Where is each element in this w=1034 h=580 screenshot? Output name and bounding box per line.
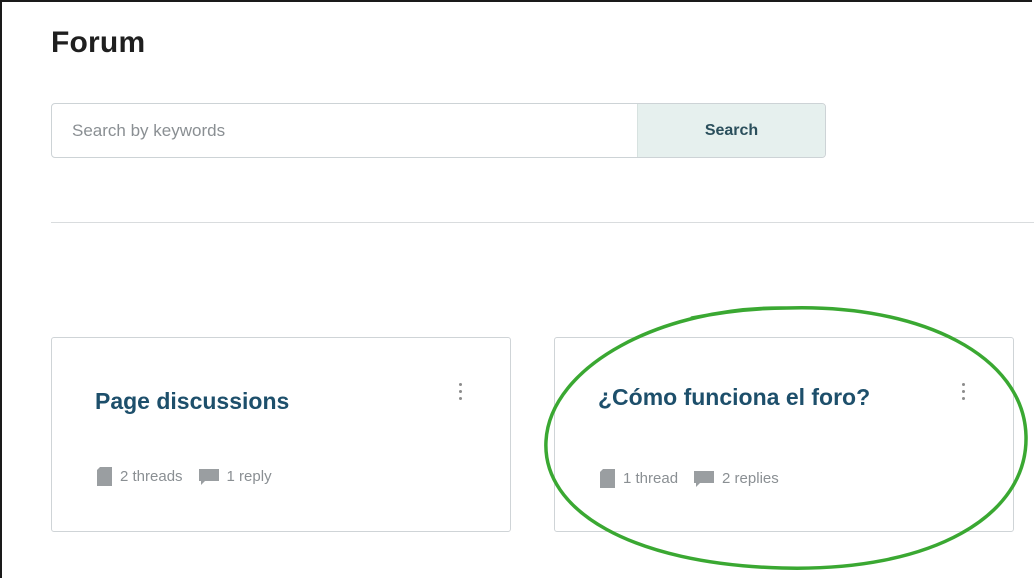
search-button[interactable]: Search xyxy=(637,104,825,157)
forum-stats: 2 threads 1 reply xyxy=(97,467,272,486)
forum-card: ¿Cómo funciona el foro? 1 thread 2 repli… xyxy=(554,337,1014,532)
thread-count: 2 threads xyxy=(120,468,183,485)
document-icon xyxy=(600,469,615,488)
reply-count: 2 replies xyxy=(722,470,779,487)
search-bar: Search xyxy=(51,103,826,158)
page-title: Forum xyxy=(51,26,146,59)
forum-stats: 1 thread 2 replies xyxy=(600,469,779,488)
thread-count: 1 thread xyxy=(623,470,679,487)
document-icon xyxy=(97,467,112,486)
comment-icon xyxy=(198,468,219,485)
more-options-icon[interactable] xyxy=(452,378,468,404)
search-input[interactable] xyxy=(52,104,637,157)
comment-icon xyxy=(694,470,715,487)
reply-count: 1 reply xyxy=(226,468,272,485)
forum-title-link[interactable]: Page discussions xyxy=(95,388,289,415)
forum-title-link[interactable]: ¿Cómo funciona el foro? xyxy=(598,384,870,411)
forum-card: Page discussions 2 threads 1 reply xyxy=(51,337,511,532)
more-options-icon[interactable] xyxy=(955,378,971,404)
section-divider xyxy=(51,222,1034,223)
